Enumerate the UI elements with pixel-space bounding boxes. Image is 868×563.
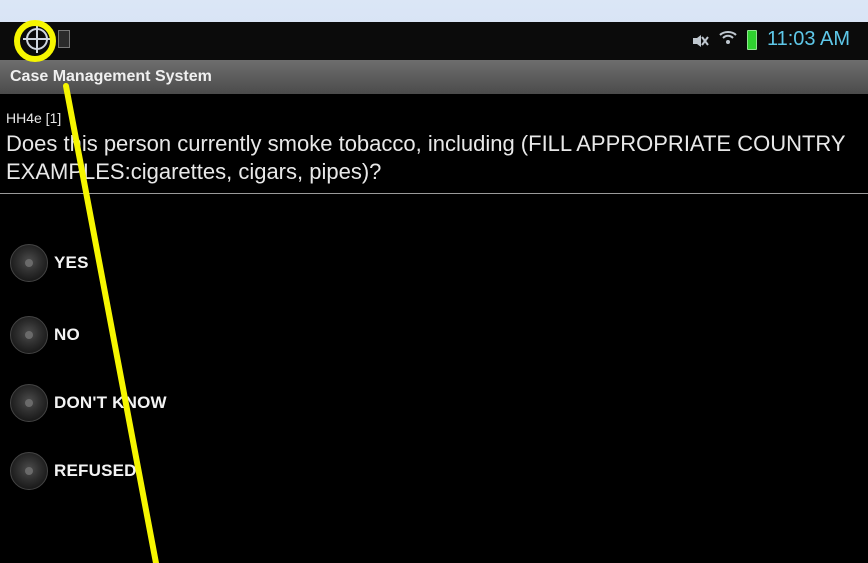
question-content: HH4e [1] Does this person currently smok… bbox=[0, 94, 868, 563]
radio-button[interactable] bbox=[10, 244, 48, 282]
option-label: NO bbox=[54, 325, 80, 344]
option-no[interactable]: NO bbox=[10, 316, 80, 354]
device-screen: 11:03 AM Case Management System HH4e [1]… bbox=[0, 22, 868, 563]
option-label: REFUSED bbox=[54, 461, 137, 480]
status-bar: 11:03 AM bbox=[0, 22, 868, 60]
app-title-bar: Case Management System bbox=[0, 60, 868, 94]
radio-button[interactable] bbox=[10, 384, 48, 422]
clock: 11:03 AM bbox=[766, 28, 850, 50]
mute-icon bbox=[691, 32, 709, 48]
question-text: Does this person currently smoke tobacco… bbox=[6, 131, 846, 184]
wifi-icon bbox=[719, 28, 737, 51]
option-label: DON'T KNOW bbox=[54, 393, 167, 412]
option-yes[interactable]: YES bbox=[10, 244, 89, 282]
option-label: YES bbox=[54, 253, 89, 272]
phone-icon bbox=[58, 30, 70, 48]
radio-button[interactable] bbox=[10, 452, 48, 490]
battery-icon bbox=[746, 29, 757, 50]
question-id: HH4e [1] bbox=[6, 110, 62, 126]
option-dont-know[interactable]: DON'T KNOW bbox=[10, 384, 167, 422]
annotation-circle bbox=[14, 20, 56, 62]
option-refused[interactable]: REFUSED bbox=[10, 452, 137, 490]
status-right: 11:03 AM bbox=[691, 28, 850, 51]
divider bbox=[0, 193, 868, 194]
app-title: Case Management System bbox=[10, 68, 212, 85]
radio-button[interactable] bbox=[10, 316, 48, 354]
